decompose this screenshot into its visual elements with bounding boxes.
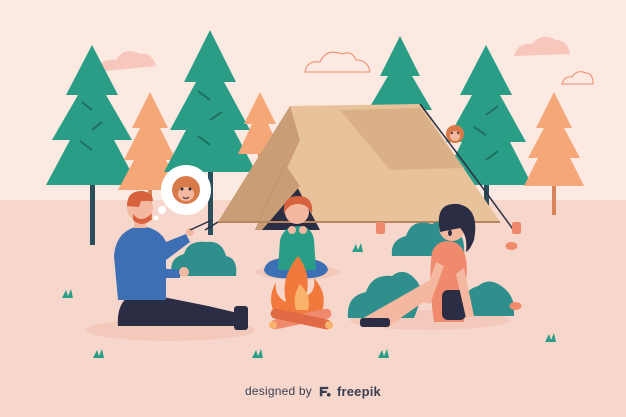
camping-illustration — [0, 0, 626, 417]
bigfoot-peeking-icon — [446, 125, 464, 143]
credit-text: designed by — [245, 384, 312, 398]
freepik-credit: designed by freepik — [0, 379, 626, 403]
credit-brand: freepik — [336, 383, 381, 399]
freepik-logo-icon — [319, 386, 331, 397]
